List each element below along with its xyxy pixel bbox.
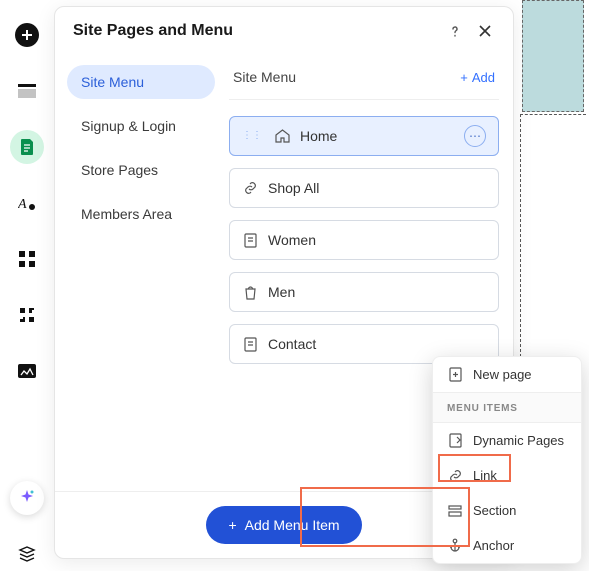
add-page-link[interactable]: + Add: [460, 70, 495, 85]
panel-header: Site Pages and Menu: [55, 7, 513, 55]
side-nav-signup-login[interactable]: Signup & Login: [67, 109, 215, 143]
main-heading-row: Site Menu + Add: [229, 65, 499, 100]
layout-icon[interactable]: [10, 74, 44, 108]
menu-item-label: Women: [268, 232, 316, 248]
page-icon: [242, 233, 258, 248]
button-label: Add Menu Item: [245, 517, 340, 533]
link-icon: [242, 181, 258, 195]
left-toolbar: A: [0, 0, 54, 571]
dynamic-pages-icon: [447, 433, 463, 448]
section-icon: [447, 505, 463, 517]
popup-label: Section: [473, 503, 516, 518]
bag-icon: [242, 285, 258, 300]
plus-icon: +: [460, 70, 468, 85]
new-page-icon: [447, 367, 463, 382]
popup-section[interactable]: Section: [433, 493, 581, 528]
popup-link[interactable]: Link: [433, 458, 581, 493]
anchor-icon: [447, 538, 463, 553]
more-options-icon[interactable]: ⋯: [464, 125, 486, 147]
home-icon: [274, 129, 290, 143]
popup-dynamic-pages[interactable]: Dynamic Pages: [433, 423, 581, 458]
popup-label: New page: [473, 367, 532, 382]
add-menu-popup: New page MENU ITEMS Dynamic Pages Link S…: [432, 356, 582, 564]
side-nav-members-area[interactable]: Members Area: [67, 197, 215, 231]
side-nav-site-menu[interactable]: Site Menu: [67, 65, 215, 99]
menu-item-home[interactable]: ⋮⋮ Home ⋯: [229, 116, 499, 156]
menu-item-shop-all[interactable]: Shop All: [229, 168, 499, 208]
popup-new-page[interactable]: New page: [433, 357, 581, 392]
menu-item-men[interactable]: Men: [229, 272, 499, 312]
drag-handle-icon[interactable]: ⋮⋮: [242, 133, 262, 139]
menu-item-label: Contact: [268, 336, 316, 352]
popup-label: Link: [473, 468, 497, 483]
pages-menu-icon[interactable]: [10, 130, 44, 164]
ai-sparkle-icon[interactable]: [10, 481, 44, 515]
popup-label: Dynamic Pages: [473, 433, 564, 448]
design-icon[interactable]: A: [10, 186, 44, 220]
close-icon[interactable]: [475, 21, 495, 41]
menu-item-label: Men: [268, 284, 295, 300]
popup-label: Anchor: [473, 538, 514, 553]
help-icon[interactable]: [445, 21, 465, 41]
plugins-icon[interactable]: [10, 298, 44, 332]
plus-icon: +: [228, 517, 236, 533]
add-circle-icon[interactable]: [10, 18, 44, 52]
layers-icon[interactable]: [10, 537, 44, 571]
side-nav-store-pages[interactable]: Store Pages: [67, 153, 215, 187]
side-nav: Site Menu Signup & Login Store Pages Mem…: [55, 55, 225, 491]
popup-section-header: MENU ITEMS: [433, 392, 581, 423]
main-heading: Site Menu: [233, 69, 460, 85]
popup-anchor[interactable]: Anchor: [433, 528, 581, 563]
page-icon: [242, 337, 258, 352]
menu-item-label: Home: [300, 128, 337, 144]
apps-icon[interactable]: [10, 242, 44, 276]
add-label: Add: [472, 70, 495, 85]
svg-text:A: A: [18, 197, 27, 212]
link-icon: [447, 469, 463, 483]
menu-item-women[interactable]: Women: [229, 220, 499, 260]
canvas-selected-block: [522, 0, 584, 112]
panel-title: Site Pages and Menu: [73, 22, 435, 40]
add-menu-item-button[interactable]: + Add Menu Item: [206, 506, 361, 544]
media-icon[interactable]: [10, 354, 44, 388]
menu-item-label: Shop All: [268, 180, 319, 196]
menu-items-list: ⋮⋮ Home ⋯ Shop All: [229, 116, 499, 364]
